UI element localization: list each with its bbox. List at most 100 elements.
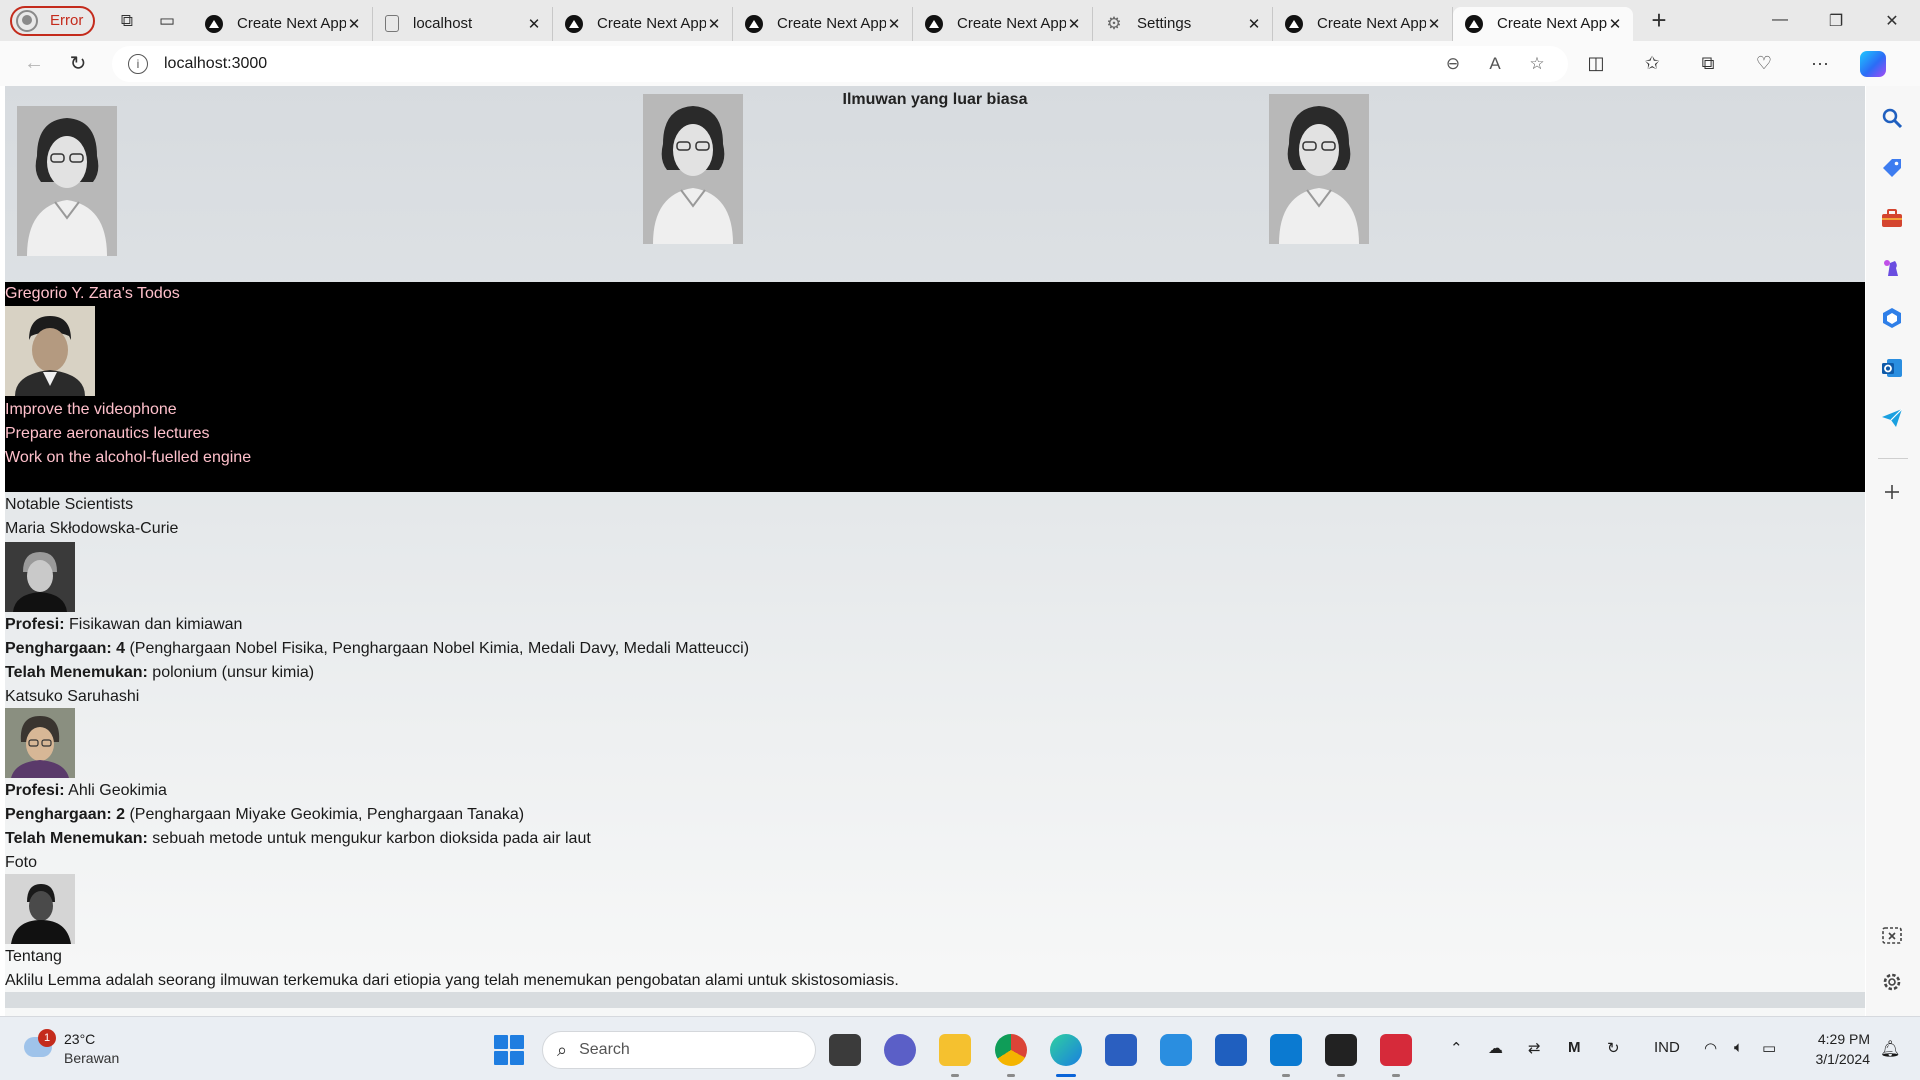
close-icon[interactable]: ✕	[886, 15, 902, 33]
awards-label: Penghargaan: 2	[5, 806, 126, 823]
close-icon[interactable]: ✕	[346, 15, 362, 33]
read-aloud-icon[interactable]: A	[1474, 54, 1516, 74]
nextjs-icon	[205, 14, 223, 33]
notification-bell-icon[interactable]: 🔔︎	[1880, 1039, 1900, 1059]
scientist-photo	[643, 94, 743, 244]
tab-8-active[interactable]: Create Next App ✕	[1453, 6, 1633, 41]
weather-badge: 1	[38, 1029, 56, 1047]
gear-icon: ⚙	[1106, 13, 1122, 33]
new-tab-button[interactable]: +	[1639, 1, 1679, 41]
scientist-profession: Profesi: Fisikawan dan kimiawan	[5, 613, 242, 637]
profile-button[interactable]: Error	[10, 5, 95, 36]
profession-value: Fisikawan dan kimiawan	[64, 616, 243, 633]
shopping-tag-icon[interactable]	[1880, 156, 1904, 180]
system-clock[interactable]: 4:29 PM 3/1/2024	[1780, 1029, 1871, 1069]
tab-2[interactable]: localhost ✕	[373, 6, 553, 41]
tab-title: Create Next App	[1317, 15, 1426, 32]
favorites-icon[interactable]: ✩	[1624, 53, 1680, 74]
tab-title: localhost	[413, 15, 473, 32]
terminal-icon[interactable]	[1325, 1034, 1357, 1077]
restore-icon[interactable]: ❐	[1808, 11, 1864, 31]
workspaces-icon[interactable]: ⧉	[107, 1, 147, 41]
tab-title: Create Next App	[957, 15, 1066, 32]
tab-title: Create Next App	[1497, 15, 1607, 32]
awards-label: Penghargaan: 4	[5, 640, 126, 657]
browser-toolbar: ← ↻ i localhost:3000 ⊖ A ☆ ◫ ✩ ⧉ ♡ ···	[0, 41, 1920, 86]
send-icon[interactable]	[1880, 406, 1904, 430]
nextjs-icon	[565, 14, 583, 33]
games-icon[interactable]	[1880, 256, 1904, 280]
todos-title: Gregorio Y. Zara's Todos	[5, 285, 180, 302]
close-icon[interactable]: ✕	[1246, 15, 1262, 33]
discovered-value: polonium (unsur kimia)	[147, 664, 315, 681]
tab-1[interactable]: Create Next App ✕	[193, 6, 373, 41]
url-text[interactable]: localhost:3000	[164, 55, 1432, 73]
messaging-icon[interactable]	[1160, 1034, 1192, 1066]
copilot-icon[interactable]	[1860, 50, 1886, 77]
chrome-icon[interactable]	[995, 1034, 1027, 1077]
weather-temp: 23°C	[64, 1031, 96, 1047]
tab-7[interactable]: Create Next App ✕	[1273, 6, 1453, 41]
battery-icon[interactable]: ▭	[1762, 1039, 1776, 1057]
tab-3[interactable]: Create Next App ✕	[553, 6, 733, 41]
close-icon[interactable]: ✕	[1607, 15, 1623, 33]
xmind-icon[interactable]	[1380, 1034, 1412, 1077]
todos-panel: Gregorio Y. Zara's Todos Improve the vid…	[5, 282, 1865, 492]
tab-actions-icon[interactable]: ▭	[147, 1, 187, 41]
microsoft-365-icon[interactable]	[1880, 306, 1904, 330]
outlook-icon[interactable]	[1880, 356, 1904, 380]
add-icon[interactable]	[1880, 480, 1904, 504]
browser-essentials-icon[interactable]: ♡	[1736, 53, 1792, 74]
language-indicator[interactable]: IND	[1654, 1039, 1680, 1056]
screenshot-icon[interactable]	[1880, 924, 1904, 948]
windows-taskbar: 1 23°C Berawan ⌕ Search ⌃ ☁ ⇄ M ↻ IND ◠ …	[0, 1016, 1920, 1080]
file-explorer-icon[interactable]	[939, 1034, 971, 1077]
weather-widget[interactable]: 1 23°C Berawan	[20, 1029, 160, 1069]
task-view-icon[interactable]	[829, 1034, 861, 1066]
clock-date: 3/1/2024	[1815, 1051, 1871, 1067]
back-arrow-icon[interactable]: ←	[12, 46, 56, 82]
tab-4[interactable]: Create Next App ✕	[733, 6, 913, 41]
split-screen-icon[interactable]: ◫	[1568, 53, 1624, 74]
search-placeholder: Search	[579, 1041, 630, 1058]
todo-item: Prepare aeronautics lectures	[5, 425, 210, 442]
refresh-tray-icon[interactable]: ↻	[1607, 1039, 1620, 1057]
favorite-star-icon[interactable]: ☆	[1516, 54, 1558, 74]
store-icon[interactable]	[1215, 1034, 1247, 1066]
more-options-icon[interactable]: ···	[1792, 53, 1848, 74]
close-window-icon[interactable]: ✕	[1864, 11, 1920, 31]
site-info-icon[interactable]: i	[128, 53, 148, 74]
edge-icon[interactable]	[1050, 1034, 1082, 1077]
horizontal-scrollbar[interactable]	[5, 992, 1865, 1008]
tools-icon[interactable]	[1880, 206, 1904, 230]
close-icon[interactable]: ✕	[1426, 15, 1442, 33]
clock-time: 4:29 PM	[1817, 1031, 1870, 1047]
onedrive-icon[interactable]: ☁	[1488, 1039, 1503, 1057]
address-bar[interactable]: i localhost:3000 ⊖ A ☆	[112, 45, 1568, 82]
volume-icon[interactable]: 🔈︎	[1734, 1039, 1743, 1056]
search-icon[interactable]	[1880, 106, 1904, 130]
tab-5[interactable]: Create Next App ✕	[913, 6, 1093, 41]
app-tray-icon[interactable]: M	[1568, 1039, 1581, 1056]
settings-gear-icon[interactable]	[1880, 970, 1904, 994]
close-icon[interactable]: ✕	[526, 15, 542, 33]
close-icon[interactable]: ✕	[706, 15, 722, 33]
tab-6[interactable]: ⚙ Settings ✕	[1093, 6, 1273, 41]
todo-list: Improve the videophone Prepare aeronauti…	[5, 398, 251, 470]
minimize-icon[interactable]: —	[1752, 11, 1808, 31]
mindmap-icon[interactable]	[1105, 1034, 1137, 1066]
taskbar-search[interactable]: ⌕ Search	[542, 1031, 816, 1069]
chevron-up-icon[interactable]: ⌃	[1450, 1039, 1463, 1057]
vscode-icon[interactable]	[1270, 1034, 1302, 1077]
wifi-icon[interactable]: ◠	[1704, 1039, 1717, 1057]
sync-icon[interactable]: ⇄	[1528, 1039, 1541, 1057]
zoom-out-icon[interactable]: ⊖	[1432, 54, 1474, 74]
edge-sidebar	[1866, 86, 1920, 1016]
refresh-icon[interactable]: ↻	[56, 46, 100, 82]
close-icon[interactable]: ✕	[1066, 15, 1082, 33]
scientist-name: Maria Skłodowska-Curie	[5, 520, 179, 537]
windows-start-icon[interactable]	[494, 1035, 524, 1065]
teams-chat-icon[interactable]	[884, 1034, 916, 1066]
collections-icon[interactable]: ⧉	[1680, 53, 1736, 74]
page-viewport: Ilmuwan yang luar biasa Gregorio Y. Zara…	[0, 86, 1866, 1016]
